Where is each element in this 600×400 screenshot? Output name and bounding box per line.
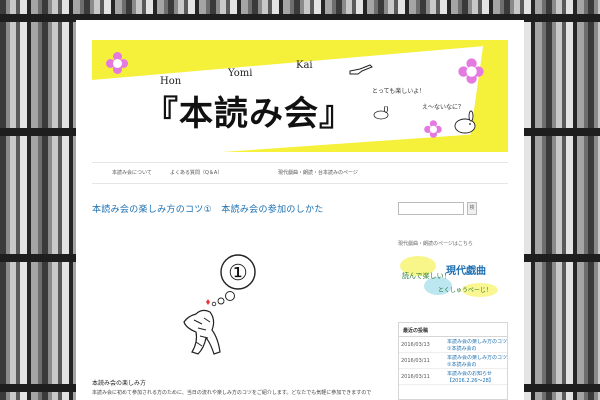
banner-text-2: 現代戯曲 [446, 264, 486, 277]
banner-text-1: 読んで楽しい！ [402, 271, 451, 280]
rabbit-icon [454, 110, 476, 134]
post-date: 2016/03/11 [401, 358, 430, 364]
post-link[interactable]: 本読み会の楽しみ方のコツ②本読み会の [447, 355, 507, 369]
main-nav: 本読み会について よくある質問（Q＆A） 現代戯曲・朗読・台本読みのページ [92, 162, 508, 184]
plays-banner-graphic: 読んで楽しい！ 現代戯曲 とくしゅうぺーじ！ [400, 256, 498, 297]
post-link[interactable]: 本読み会のお知らせ【2016.2.26～28】 [447, 371, 507, 385]
flower-icon [106, 52, 128, 74]
site-title: 『本読み会』 [144, 94, 354, 134]
rabbit-icon [373, 106, 389, 120]
recent-posts-title: 最近の投稿 [399, 323, 507, 337]
tagline-text: とっても楽しいよ！ [372, 88, 426, 95]
list-item[interactable]: 2016/03/11 本読み会のお知らせ【2016.2.26～28】 [399, 369, 507, 385]
flower-icon [424, 120, 442, 138]
list-item[interactable]: 2016/03/11 本読み会の楽しみ方のコツ②本読み会の [399, 353, 507, 369]
post-date: 2016/03/11 [401, 374, 430, 380]
list-item[interactable]: 2016/03/13 本読み会の楽しみ方のコツ①本読み会の [399, 337, 507, 353]
post-subheading: 本読み会の楽しみ方 [92, 380, 147, 387]
nav-item-plays[interactable]: 現代戯曲・朗読・台本読みのページ [278, 169, 358, 176]
nav-item-about[interactable]: 本読み会について [112, 169, 152, 176]
dog-thought-illustration: ① [183, 254, 256, 355]
site-header-banner[interactable]: Hon Yomi Kai 『本読み会』 とっても楽しいよ！ え～ないなに？ [92, 40, 508, 152]
page-container: Hon Yomi Kai 『本読み会』 とっても楽しいよ！ え～ないなに？ 本読… [76, 20, 524, 400]
post-date: 2016/03/13 [401, 342, 430, 348]
search-input[interactable] [398, 202, 464, 215]
recent-posts-widget: 最近の投稿 2016/03/13 本読み会の楽しみ方のコツ①本読み会の 2016… [398, 322, 508, 400]
search-button[interactable]: 検 [467, 202, 477, 215]
plays-banner-link[interactable]: 読んで楽しい！ 現代戯曲 とくしゅうぺーじ！ [398, 256, 510, 298]
flower-icon [458, 58, 484, 84]
title-reading-yomi: Yomi [228, 68, 253, 79]
post-link[interactable]: 本読み会の楽しみ方のコツ①本読み会の [447, 339, 507, 353]
tagline-text: え～ないなに？ [422, 104, 465, 111]
nav-item-faq[interactable]: よくある質問（Q＆A） [170, 169, 222, 176]
sidebar-banner-label: 現代戯曲・朗読のページはこちら [398, 241, 473, 247]
post-number: ① [228, 261, 248, 286]
title-reading-kai: Kai [296, 60, 313, 71]
post-title-link[interactable]: 本読み会の楽しみ方のコツ① 本読み会の参加のしかた [92, 202, 324, 215]
pointing-hand-icon [349, 64, 373, 75]
post-body: 本読み会に初めて参加される方のために、当日の流れや楽しみ方のコツをご紹介します。… [92, 390, 372, 396]
post-illustration: ① [172, 246, 272, 366]
banner-text-3: とくしゅうぺーじ！ [438, 287, 492, 294]
